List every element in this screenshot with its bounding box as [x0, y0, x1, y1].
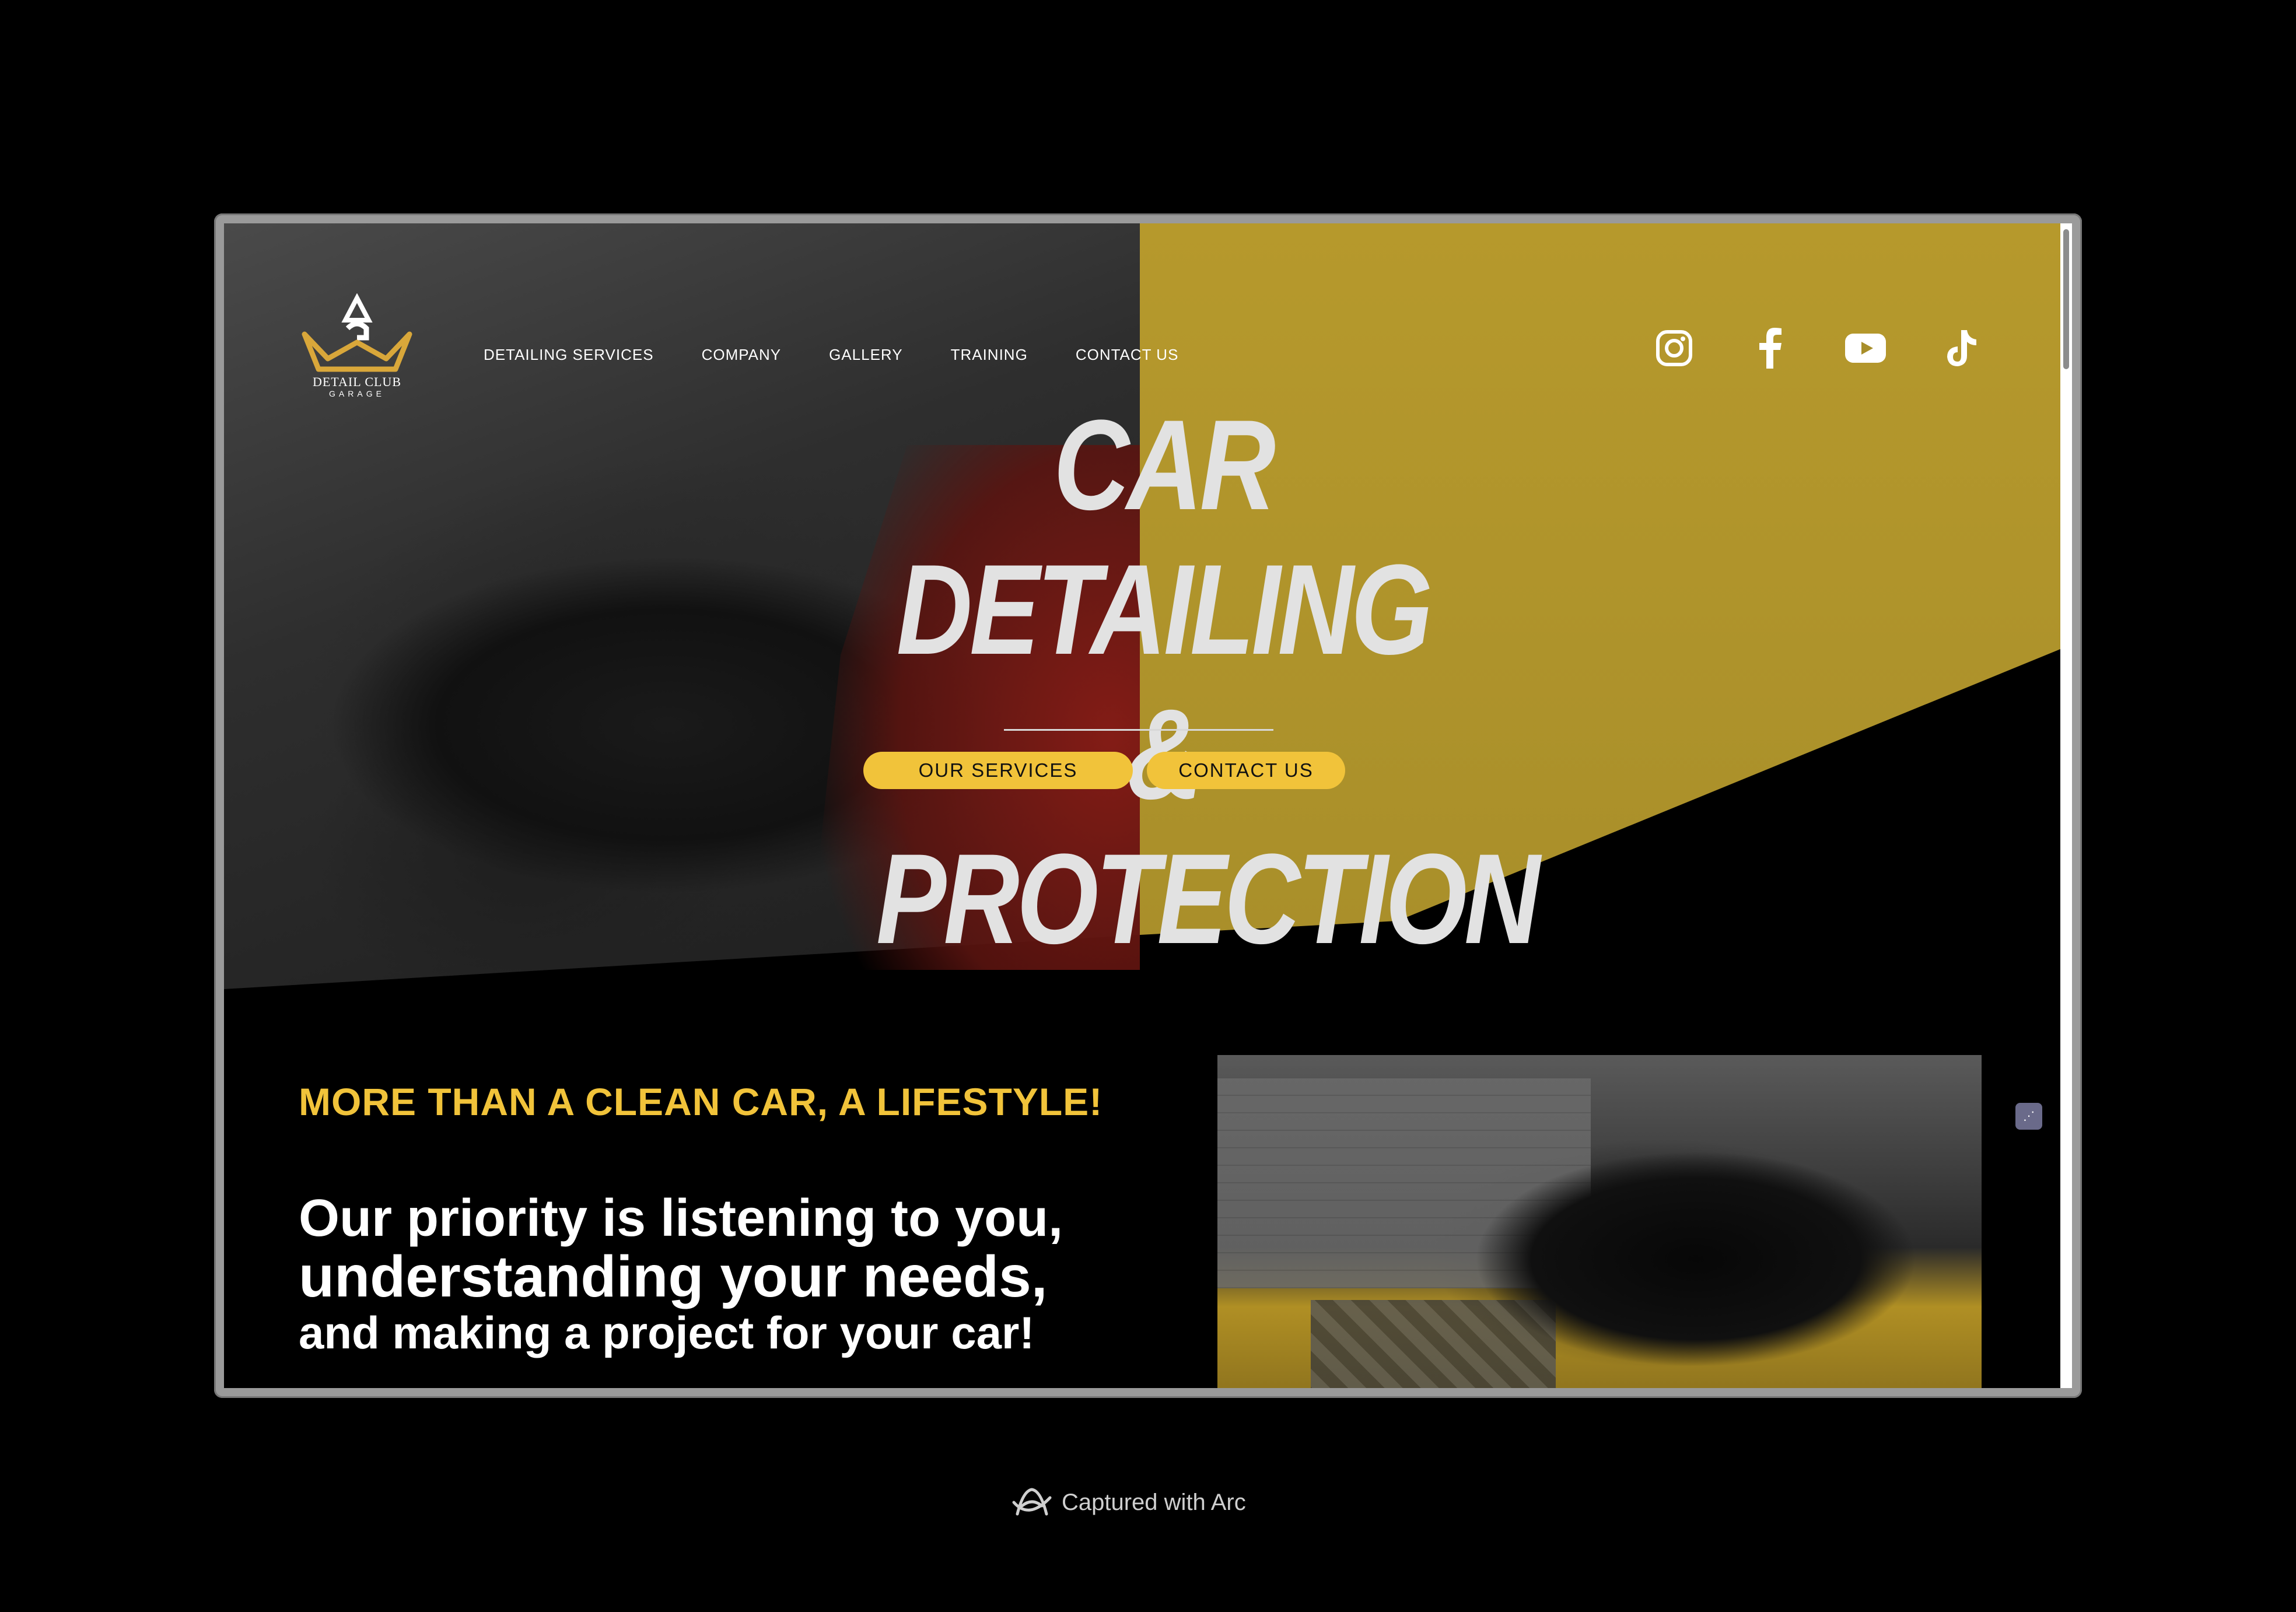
- garage-porsche-photo: [1217, 1055, 1982, 1388]
- browser-window: DETAIL CLUB GARAGE DETAILING SERVICES CO…: [214, 213, 2082, 1398]
- priority-line2: understanding your needs,: [299, 1244, 1048, 1309]
- our-services-button[interactable]: OUR SERVICES: [863, 752, 1133, 789]
- youtube-icon[interactable]: [1845, 327, 1887, 369]
- hero-title-line2: & PROTECTION: [876, 682, 1540, 970]
- hero-title-line1: CAR DETAILING: [896, 393, 1433, 681]
- tiktok-icon[interactable]: [1940, 327, 1982, 369]
- hero-title: CAR DETAILING & PROTECTION: [876, 393, 1540, 971]
- facebook-icon[interactable]: [1749, 327, 1791, 369]
- scrollbar-thumb[interactable]: [2063, 229, 2069, 369]
- hero-section: DETAIL CLUB GARAGE DETAILING SERVICES CO…: [224, 223, 2060, 1002]
- instagram-icon[interactable]: [1653, 327, 1695, 369]
- arc-badge-text: Captured with Arc: [1062, 1489, 1246, 1515]
- priority-line1: Our priority is listening to you,: [299, 1189, 1063, 1247]
- black-car-image: [1410, 1119, 1982, 1387]
- nav-company[interactable]: COMPANY: [702, 346, 782, 364]
- crown-logo-icon: [302, 293, 412, 372]
- page-scrollbar[interactable]: [2060, 223, 2072, 1388]
- main-nav: DETAILING SERVICES COMPANY GALLERY TRAIN…: [484, 346, 1178, 364]
- arc-logo-icon: [1012, 1488, 1052, 1516]
- section-kicker: MORE THAN A CLEAN CAR, A LIFESTYLE!: [299, 1080, 1103, 1123]
- nav-detailing-services[interactable]: DETAILING SERVICES: [484, 346, 654, 364]
- nav-gallery[interactable]: GALLERY: [829, 346, 902, 364]
- hero-divider: [1004, 729, 1273, 731]
- social-links: [1653, 327, 1982, 369]
- logo-subtitle: GARAGE: [329, 389, 385, 398]
- priority-statement: Our priority is listening to you, unders…: [299, 1189, 1063, 1359]
- logo-title: DETAIL CLUB: [312, 374, 401, 389]
- page-viewport: DETAIL CLUB GARAGE DETAILING SERVICES CO…: [224, 223, 2060, 1388]
- arc-capture-badge: Captured with Arc: [1012, 1485, 1246, 1520]
- site-logo[interactable]: DETAIL CLUB GARAGE: [299, 293, 415, 410]
- chat-widget-icon[interactable]: ⋰: [2015, 1103, 2042, 1130]
- contact-us-button[interactable]: CONTACT US: [1147, 752, 1345, 789]
- nav-training[interactable]: TRAINING: [951, 346, 1028, 364]
- nav-contact-us[interactable]: CONTACT US: [1076, 346, 1179, 364]
- priority-line3: and making a project for your car!: [299, 1307, 1035, 1358]
